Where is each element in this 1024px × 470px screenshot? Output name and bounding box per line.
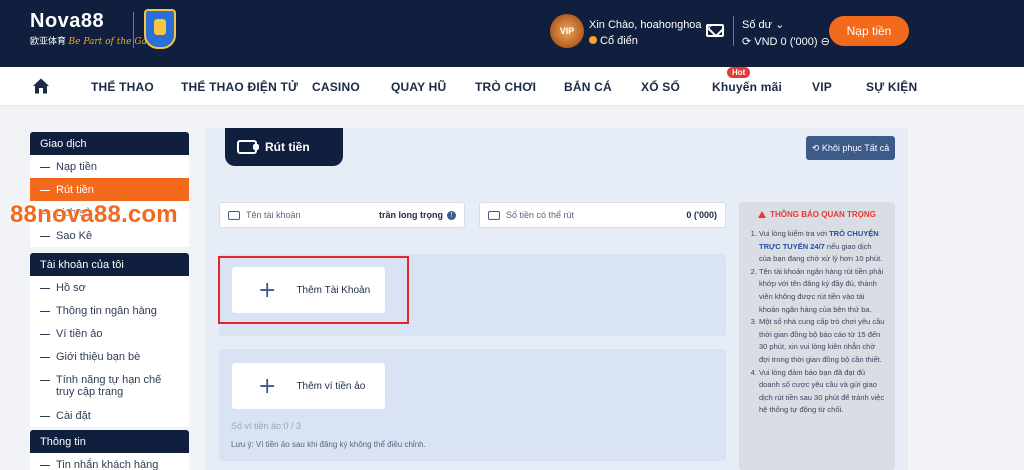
notice-item: Một số nhà cung cấp trò chơi yêu cầu thờ…	[759, 316, 885, 366]
restore-icon: ⟲	[811, 142, 822, 153]
nav-item-tro-choi[interactable]: TRÒ CHƠI	[475, 80, 536, 94]
plus-icon: +	[258, 373, 277, 399]
deposit-button[interactable]: Nạp tiền	[829, 16, 909, 46]
minus-circle-icon[interactable]: ⊖	[821, 36, 830, 48]
sidebar-item-vi-tien-ao[interactable]: Ví tiền ảo	[30, 322, 189, 345]
sidebar-group-giao-dich: Giao dịch Nạp tiền Rút tiền Lịch sử Sao …	[30, 132, 189, 247]
nav-item-su-kien[interactable]: SỰ KIỆN	[866, 80, 917, 94]
notice-item: Vui lòng kiểm tra với TRÒ CHUYỆN TRỰC TU…	[759, 228, 885, 266]
sidebar-group-thong-tin: Thông tin Tin nhắn khách hàng	[30, 430, 189, 470]
nav-item-ban-ca[interactable]: BẮN CÁ	[564, 80, 612, 94]
sidebar-group-title: Thông tin	[30, 430, 189, 453]
balance-value: VND 0 ('000)	[754, 36, 818, 48]
wallet-icon	[237, 140, 259, 154]
nav-item-the-thao[interactable]: THỂ THAO	[91, 80, 154, 94]
account-name-card: Tên tài khoản trần long trọng !	[219, 202, 465, 228]
sidebar-item-ho-so[interactable]: Hồ sơ	[30, 276, 189, 299]
header-divider	[733, 16, 734, 46]
wallet-note: Lưu ý: Ví tiền ảo sau khi đăng ký không …	[231, 440, 426, 449]
chevron-down-icon: ⌄	[775, 19, 785, 31]
restore-all-button[interactable]: ⟲ Khôi phục Tất cả	[806, 136, 895, 160]
hot-badge: Hot	[727, 67, 751, 78]
sidebar-item-nap-tien[interactable]: Nạp tiền	[30, 155, 189, 178]
nav-item-the-thao-dien-tu[interactable]: THỂ THAO ĐIỆN TỬ	[181, 80, 298, 94]
logo-divider	[133, 12, 134, 48]
important-notice: THÔNG BÁO QUAN TRỌNG Vui lòng kiểm tra v…	[739, 202, 895, 470]
greeting-text: Xin Chào, hoahonghoa	[589, 19, 702, 31]
vip-badge-icon[interactable]: VIP	[550, 14, 584, 48]
sidebar-item-tin-nhan[interactable]: Tin nhắn khách hàng	[30, 453, 189, 470]
account-name-label: Tên tài khoản	[246, 210, 301, 220]
club-crest-icon	[144, 9, 176, 49]
nav-item-casino[interactable]: CASINO	[312, 80, 360, 94]
notice-title: THÔNG BÁO QUAN TRỌNG	[770, 210, 876, 219]
sidebar-item-thong-tin-ngan-hang[interactable]: Thông tin ngân hàng	[30, 299, 189, 322]
withdrawable-value: 0 ('000)	[686, 210, 717, 220]
top-header: Nova88 欧亚体育 Be Part of the Game! VIP Xin…	[0, 0, 1024, 67]
sidebar-item-tu-han-che[interactable]: Tính năng tự hạn chế truy cập trang	[30, 368, 189, 404]
warning-icon	[758, 211, 767, 218]
highlight-box	[218, 256, 409, 324]
wallet-icon	[488, 210, 500, 220]
page-title: Rút tiền	[225, 128, 343, 166]
add-crypto-wallet-button[interactable]: + Thêm ví tiền ảo	[232, 363, 385, 409]
account-name-value: trần long trọng	[379, 210, 443, 220]
sidebar-group-title: Giao dịch	[30, 132, 189, 155]
notice-item: Vui lòng đảm bảo bạn đã đạt đủ doanh số …	[759, 367, 885, 417]
site-watermark: 88nova88.com	[10, 201, 178, 228]
home-icon[interactable]	[32, 77, 50, 95]
nav-item-quay-hu[interactable]: QUAY HŨ	[391, 80, 446, 94]
balance-menu[interactable]: Số dư ⌄ ⟳ VND 0 ('000) ⊖	[742, 18, 830, 48]
balance-label: Số dư	[742, 19, 772, 31]
notice-item: Tên tài khoản ngân hàng rút tiền phải kh…	[759, 266, 885, 316]
sidebar-group-title: Tài khoản của tôi	[30, 253, 189, 276]
nav-item-khuyen-mai[interactable]: Khuyến mãi	[712, 80, 782, 94]
withdrawable-label: Số tiền có thể rút	[506, 210, 575, 220]
mail-icon[interactable]	[706, 24, 724, 37]
wallet-count: Số ví tiền ảo:0 / 3	[231, 421, 302, 431]
refresh-icon[interactable]: ⟳	[742, 36, 751, 48]
member-level: Cổ điển	[600, 35, 638, 47]
main-nav: THỂ THAO THỂ THAO ĐIỆN TỬ CASINO QUAY HŨ…	[0, 67, 1024, 106]
withdrawable-card: Số tiền có thể rút 0 ('000)	[479, 202, 726, 228]
nav-item-vip[interactable]: VIP	[812, 80, 832, 94]
brand-sub-cn: 欧亚体育	[30, 36, 67, 46]
notice-list: Vui lòng kiểm tra với TRÒ CHUYỆN TRỰC TU…	[749, 228, 885, 417]
level-dot-icon	[589, 36, 597, 44]
sidebar-group-tai-khoan: Tài khoản của tôi Hồ sơ Thông tin ngân h…	[30, 253, 189, 427]
sidebar-item-rut-tien[interactable]: Rút tiền	[30, 178, 189, 201]
sidebar-item-gioi-thieu-ban-be[interactable]: Giới thiệu bạn bè	[30, 345, 189, 368]
user-menu[interactable]: Xin Chào, hoahonghoa ⌄ Cổ điển	[589, 18, 714, 47]
sidebar-item-cai-dat[interactable]: Cài đặt	[30, 404, 189, 427]
nav-item-xo-so[interactable]: XỔ SỐ	[641, 80, 680, 94]
wallet-icon	[228, 210, 240, 220]
info-icon[interactable]: !	[447, 210, 456, 220]
